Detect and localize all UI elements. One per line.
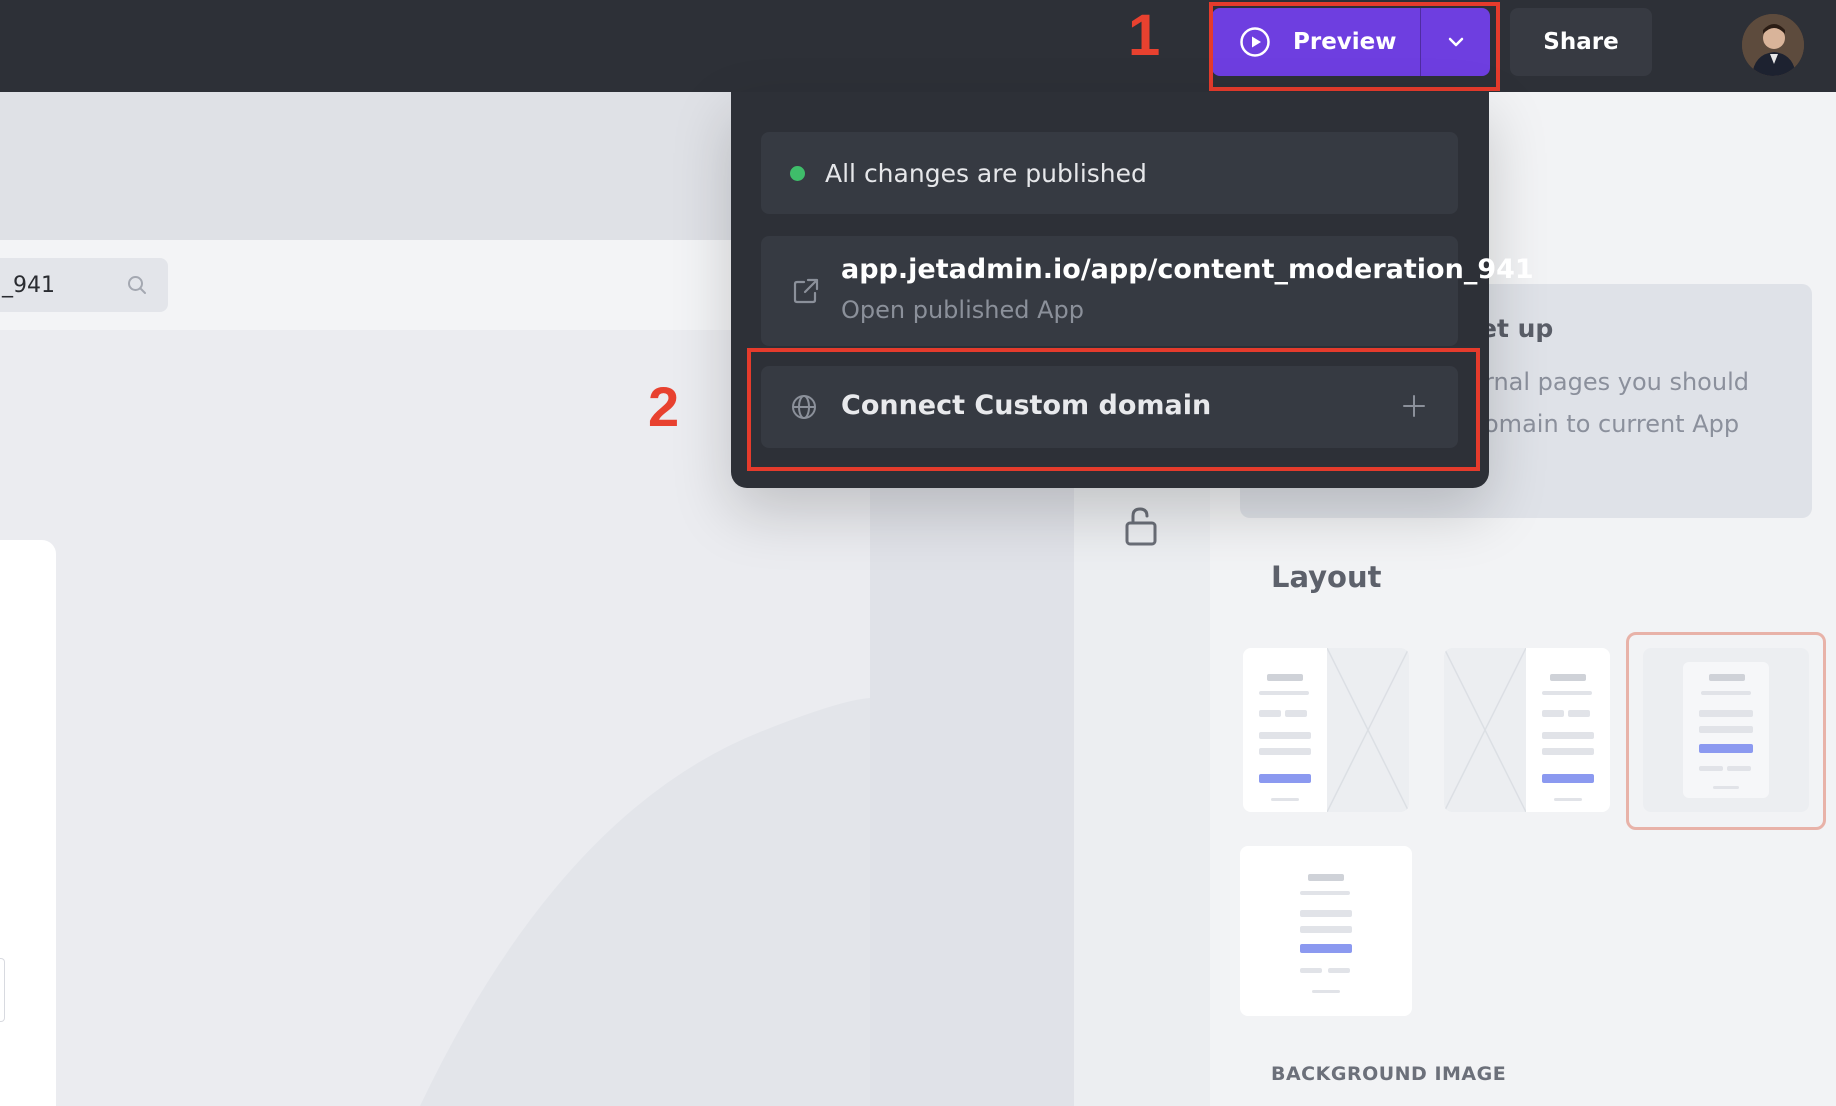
preview-dropdown-toggle[interactable] <box>1421 8 1490 76</box>
external-link-icon <box>793 278 819 304</box>
annotation-step-1: 1 <box>1128 3 1161 68</box>
background-image-section-title: BACKGROUND IMAGE <box>1271 1063 1507 1085</box>
search-value: _941 <box>2 272 55 298</box>
preview-button[interactable]: Preview <box>1212 8 1420 76</box>
publish-status-text: All changes are published <box>825 158 1147 188</box>
connect-custom-domain-button[interactable]: Connect Custom domain <box>761 366 1458 448</box>
play-circle-icon <box>1240 27 1270 57</box>
layout-image-placeholder <box>1444 648 1527 812</box>
canvas-header-band <box>0 92 740 240</box>
plus-icon <box>1403 395 1425 417</box>
layout-option-content-right[interactable] <box>1444 648 1610 812</box>
published-app-url: app.jetadmin.io/app/content_moderation_9… <box>841 254 1534 285</box>
preview-button-group: Preview <box>1212 8 1490 76</box>
user-photo-icon <box>1742 14 1804 76</box>
unlock-icon[interactable] <box>1124 506 1158 546</box>
info-card-text-line-1: rnal pages you should <box>1484 368 1749 396</box>
search-icon[interactable] <box>126 274 148 296</box>
canvas-card-handle[interactable] <box>0 958 5 1022</box>
chevron-down-icon <box>1448 37 1463 47</box>
annotation-step-2: 2 <box>648 375 680 438</box>
published-status-dot <box>790 165 805 181</box>
open-published-app-link[interactable]: app.jetadmin.io/app/content_moderation_9… <box>761 236 1534 346</box>
info-card-title: et up <box>1480 314 1554 343</box>
connect-custom-domain-label: Connect Custom domain <box>841 390 1212 421</box>
publish-dropdown-menu: All changes are published app.jetadmin.i… <box>731 92 1534 488</box>
open-published-app-label: Open published App <box>841 296 1084 324</box>
preview-label: Preview <box>1293 29 1397 55</box>
canvas-card <box>0 540 56 1106</box>
layout-option-content-left[interactable] <box>1243 648 1409 812</box>
share-button[interactable]: Share <box>1510 8 1652 76</box>
search-field[interactable]: _941 <box>0 258 168 312</box>
globe-icon <box>792 395 816 419</box>
info-card-text-line-2: omain to current App <box>1484 410 1740 438</box>
layout-section-title: Layout <box>1271 560 1382 594</box>
avatar[interactable] <box>1742 14 1804 76</box>
layout-image-placeholder <box>1326 648 1409 812</box>
publish-status-row: All changes are published <box>761 132 1458 214</box>
layout-selected-indicator <box>1626 632 1826 830</box>
layout-option-centered[interactable] <box>1240 846 1412 1016</box>
